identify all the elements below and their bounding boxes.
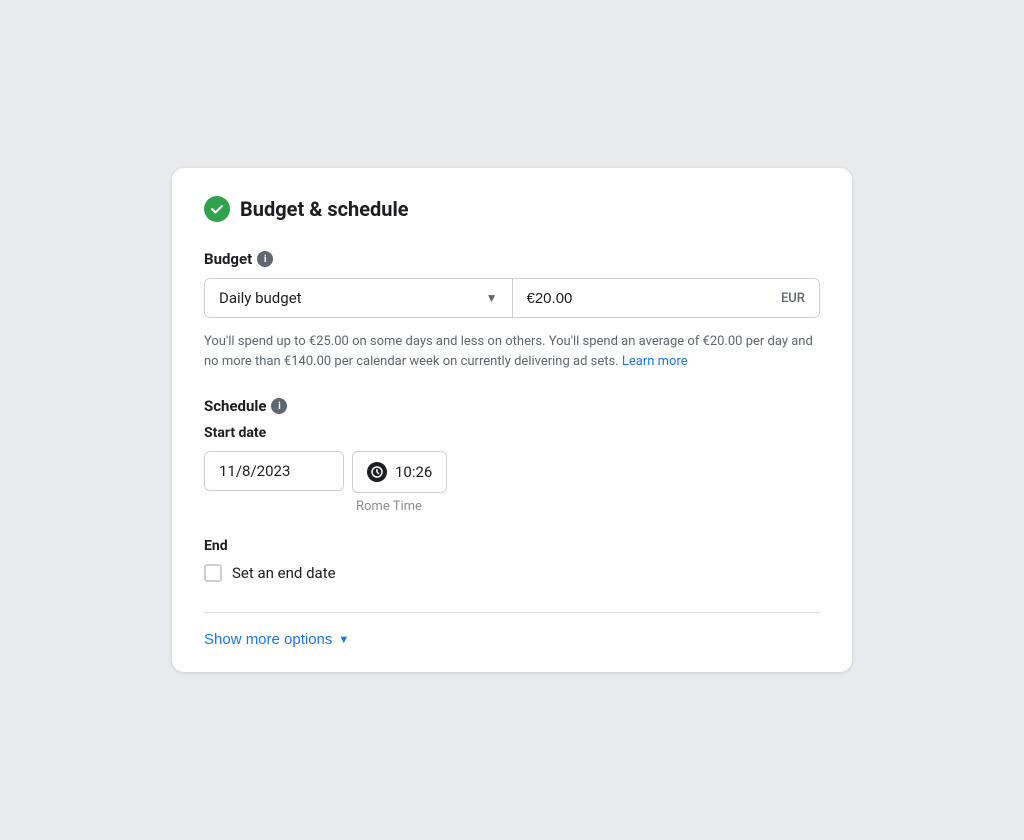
card-title: Budget & schedule [240, 197, 409, 221]
card-header: Budget & schedule [204, 196, 820, 222]
clock-icon [367, 462, 387, 482]
set-end-date-label: Set an end date [232, 564, 336, 582]
end-label: End [204, 538, 820, 554]
schedule-info-icon[interactable]: i [271, 398, 287, 414]
learn-more-link[interactable]: Learn more [622, 354, 688, 369]
budget-schedule-card: Budget & schedule Budget i Daily budget … [172, 168, 852, 672]
budget-section: Budget i Daily budget ▼ EUR You'll spend… [204, 250, 820, 371]
date-time-row: 11/8/2023 10:26 [204, 451, 820, 493]
budget-amount-field: EUR [513, 279, 820, 317]
chevron-down-icon: ▼ [338, 634, 349, 646]
show-more-label: Show more options [204, 631, 332, 648]
timezone-label: Rome Time [356, 499, 820, 514]
start-time-input[interactable]: 10:26 [352, 451, 447, 493]
end-section: End Set an end date [204, 538, 820, 582]
start-date-group: Start date 11/8/2023 10:26 Rome Time [204, 425, 820, 514]
start-date-label: Start date [204, 425, 820, 441]
bottom-divider [204, 612, 820, 613]
currency-label: EUR [781, 291, 805, 306]
set-end-date-checkbox[interactable] [204, 564, 222, 582]
budget-info-icon[interactable]: i [257, 251, 273, 267]
end-date-row: Set an end date [204, 564, 820, 582]
budget-type-label: Daily budget [219, 289, 302, 307]
show-more-options-button[interactable]: Show more options ▼ [204, 631, 349, 648]
completed-icon [204, 196, 230, 222]
dropdown-arrow-icon: ▼ [486, 291, 498, 305]
budget-amount-input[interactable] [527, 290, 781, 307]
budget-input-row: Daily budget ▼ EUR [204, 278, 820, 318]
budget-section-label: Budget i [204, 250, 820, 268]
budget-description: You'll spend up to €25.00 on some days a… [204, 332, 820, 371]
schedule-section: Schedule i Start date 11/8/2023 10:26 [204, 397, 820, 582]
start-date-input[interactable]: 11/8/2023 [204, 451, 344, 491]
budget-type-dropdown[interactable]: Daily budget ▼ [205, 279, 513, 317]
schedule-section-label: Schedule i [204, 397, 820, 415]
